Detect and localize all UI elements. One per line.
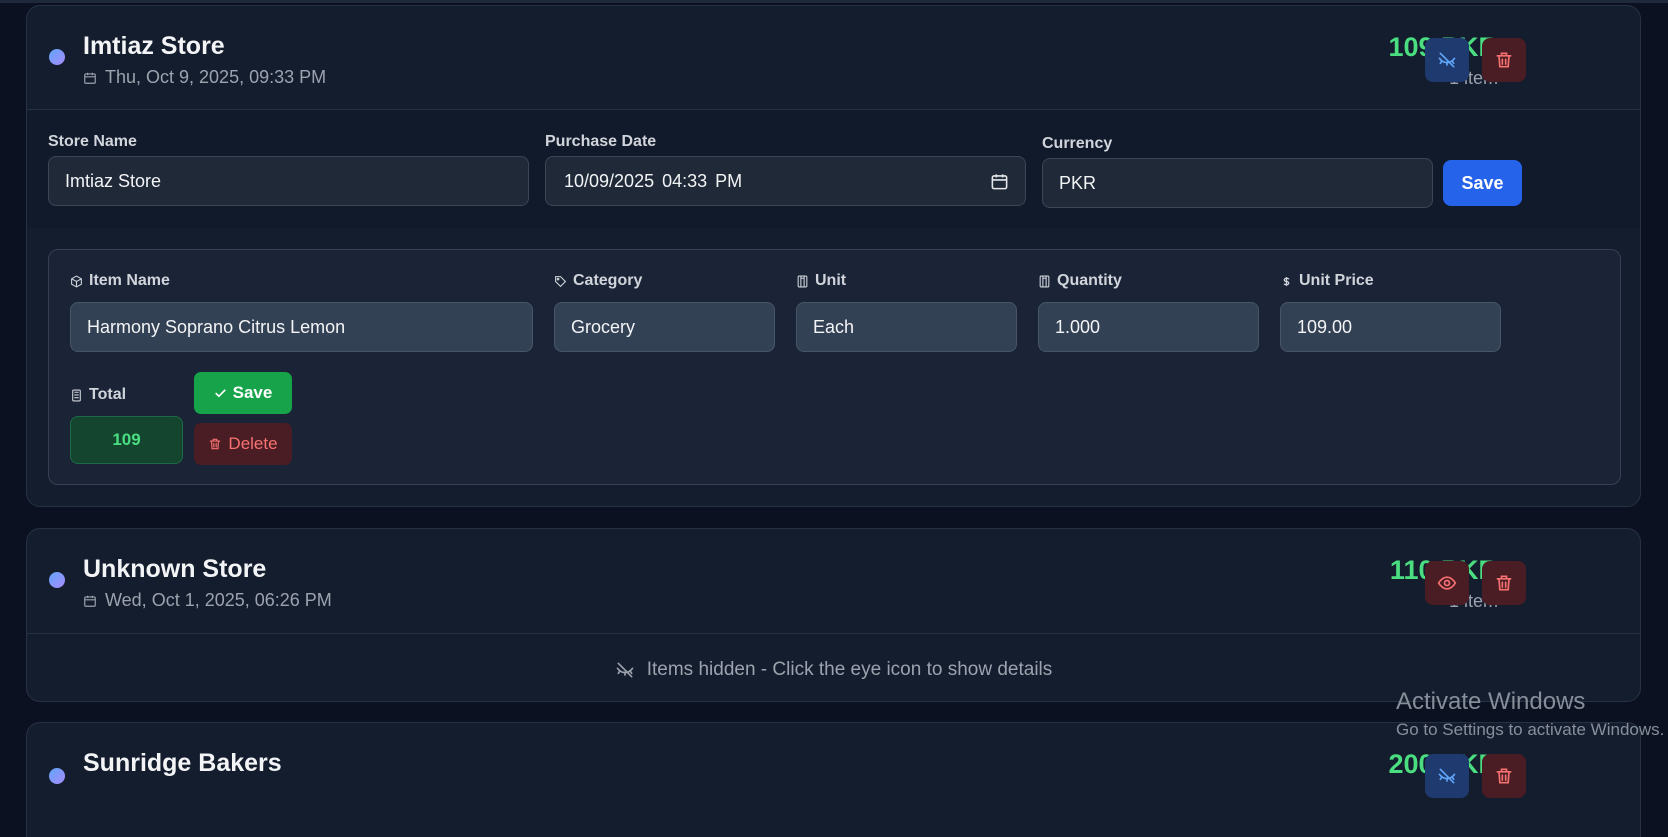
header-divider: [27, 633, 1640, 634]
calculator-icon: [1039, 275, 1050, 287]
tag-icon: [555, 275, 567, 287]
store-name: Imtiaz Store: [83, 32, 225, 60]
store-name: Unknown Store: [83, 555, 267, 583]
trash-icon: [210, 438, 221, 450]
toggle-visibility-button[interactable]: [1425, 38, 1469, 82]
activation-watermark: Activate Windows Go to Settings to activ…: [1396, 688, 1664, 740]
calculator-icon: [72, 389, 81, 401]
receipt-header[interactable]: Imtiaz Store Thu, Oct 9, 2025, 09:33 PM …: [27, 6, 1640, 116]
trash-icon: [1496, 575, 1512, 591]
delete-receipt-button[interactable]: [1482, 754, 1526, 798]
delete-receipt-button[interactable]: [1482, 561, 1526, 605]
watermark-subtitle: Go to Settings to activate Windows.: [1396, 720, 1665, 739]
category-input[interactable]: Grocery: [554, 302, 775, 352]
box-icon: [71, 274, 82, 288]
purchase-date-value: 10/09/2025 04:33 PM: [564, 170, 743, 191]
item-name-label: Item Name: [70, 272, 170, 290]
watermark-title: Activate Windows: [1396, 688, 1586, 715]
total-label: Total: [70, 386, 126, 404]
items-hidden-text: Items hidden - Click the eye icon to sho…: [646, 659, 1053, 680]
store-name: Sunridge Bakers: [83, 749, 282, 777]
eye-icon: [1437, 576, 1457, 590]
item-total: 109: [70, 416, 183, 464]
check-icon: [214, 388, 226, 397]
calendar-icon: [84, 72, 96, 84]
toggle-visibility-button[interactable]: [1425, 754, 1469, 798]
unit-price-label-text: Unit Price: [1299, 272, 1374, 289]
trash-icon: [1496, 52, 1512, 68]
item-editor: Item Name Harmony Soprano Citrus Lemon C…: [48, 249, 1621, 485]
save-item-button[interactable]: Save: [194, 372, 292, 414]
status-dot: [49, 572, 65, 588]
unit-price-label: Unit Price: [1280, 272, 1374, 290]
status-dot: [49, 49, 65, 65]
unit-price-input[interactable]: 109.00: [1280, 302, 1501, 352]
receipt-card: Unknown Store Wed, Oct 1, 2025, 06:26 PM…: [26, 528, 1641, 702]
eye-off-icon: [1438, 52, 1456, 68]
purchase-date-label: Purchase Date: [545, 133, 657, 150]
unit-input[interactable]: Each: [796, 302, 1017, 352]
total-label-text: Total: [89, 386, 127, 403]
eye-off-icon: [616, 662, 634, 678]
purchase-date-input[interactable]: 10/09/2025 04:33 PM: [545, 156, 1026, 206]
receipt-card: Imtiaz Store Thu, Oct 9, 2025, 09:33 PM …: [26, 5, 1641, 507]
trash-icon: [1496, 768, 1512, 784]
save-item-label: Save: [232, 383, 273, 402]
delete-item-button[interactable]: Delete: [194, 423, 292, 465]
store-name-label: Store Name: [48, 133, 137, 150]
calendar-picker-icon[interactable]: [990, 172, 1009, 191]
toggle-visibility-button[interactable]: [1425, 561, 1469, 605]
category-label: Category: [554, 272, 642, 290]
category-label-text: Category: [573, 272, 643, 289]
receipt-date: Wed, Oct 1, 2025, 06:26 PM: [83, 590, 332, 611]
currency-label: Currency: [1042, 135, 1113, 152]
receipt-date: Thu, Oct 9, 2025, 09:33 PM: [83, 67, 326, 88]
save-receipt-button[interactable]: Save: [1443, 160, 1522, 206]
calculator-icon: [797, 275, 808, 287]
receipt-edit-form: Store Name Imtiaz Store Purchase Date 10…: [27, 110, 1640, 228]
quantity-label-text: Quantity: [1057, 272, 1122, 289]
unit-label: Unit: [796, 272, 846, 290]
receipt-date-text: Thu, Oct 9, 2025, 09:33 PM: [105, 67, 327, 87]
delete-item-label: Delete: [228, 434, 278, 453]
store-name-input[interactable]: Imtiaz Store: [48, 156, 529, 206]
eye-off-icon: [1438, 768, 1456, 784]
currency-input[interactable]: PKR: [1042, 158, 1433, 208]
quantity-input[interactable]: 1.000: [1038, 302, 1259, 352]
quantity-label: Quantity: [1038, 272, 1122, 290]
item-name-label-text: Item Name: [89, 272, 170, 289]
receipt-header[interactable]: Unknown Store Wed, Oct 1, 2025, 06:26 PM…: [27, 529, 1640, 639]
top-border: [0, 0, 1668, 3]
unit-label-text: Unit: [815, 272, 847, 289]
calendar-icon: [84, 595, 96, 607]
item-name-input[interactable]: Harmony Soprano Citrus Lemon: [70, 302, 533, 352]
dollar-icon: [1283, 276, 1290, 286]
delete-receipt-button[interactable]: [1482, 38, 1526, 82]
status-dot: [49, 768, 65, 784]
receipt-date-text: Wed, Oct 1, 2025, 06:26 PM: [105, 590, 332, 610]
